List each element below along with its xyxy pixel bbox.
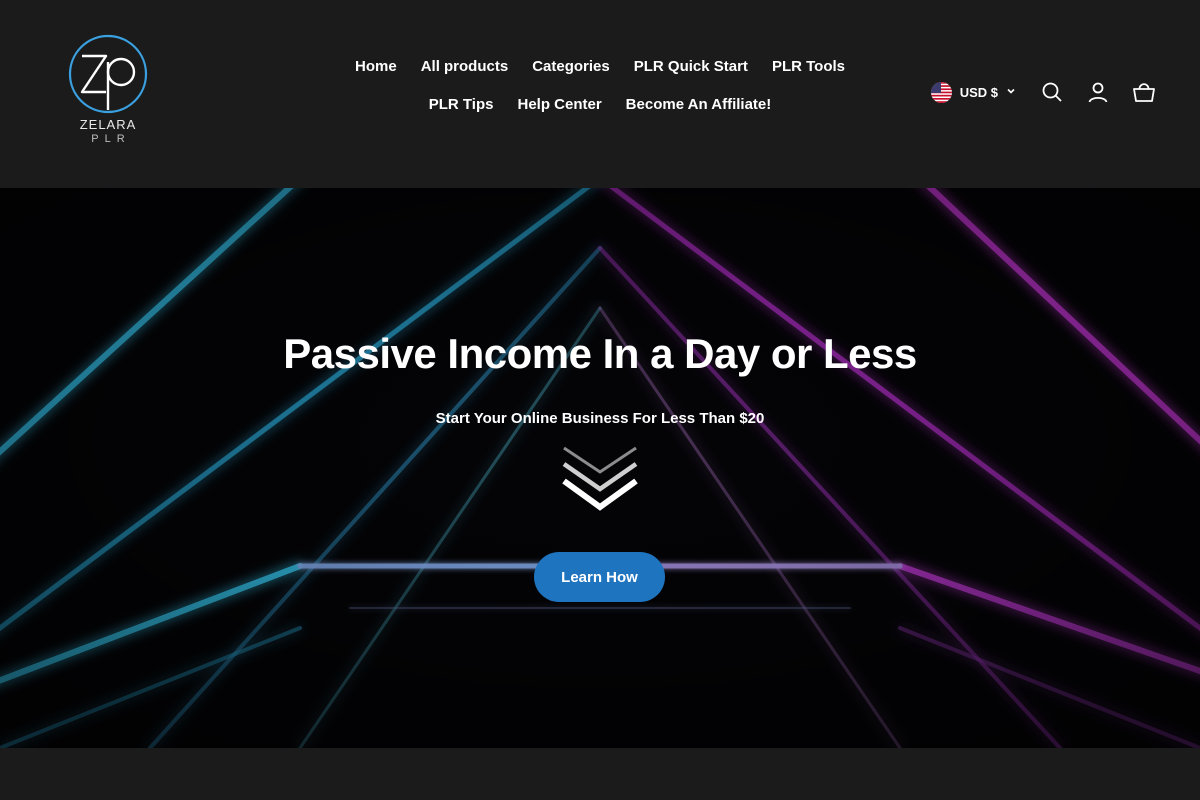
nav-item-plr-quick-start[interactable]: PLR Quick Start: [622, 56, 760, 78]
nav-item-plr-tools[interactable]: PLR Tools: [760, 56, 857, 78]
nav-item-become-affiliate[interactable]: Become An Affiliate!: [614, 94, 784, 116]
us-flag-icon: [930, 81, 952, 103]
brand-name: ZELARA: [79, 117, 137, 132]
nav-item-categories[interactable]: Categories: [520, 56, 622, 78]
main-nav: Home All products Categories PLR Quick S…: [320, 56, 880, 116]
nav-item-plr-tips[interactable]: PLR Tips: [417, 94, 506, 116]
learn-how-button[interactable]: Learn How: [534, 552, 665, 602]
nav-item-all-products[interactable]: All products: [409, 56, 521, 78]
hero-title: Passive Income In a Day or Less: [283, 330, 917, 377]
brand-logo[interactable]: ZELARA PLR: [60, 32, 156, 152]
account-icon[interactable]: [1086, 80, 1110, 104]
header-tools: USD $: [930, 80, 1156, 104]
brand-logo-mark: [68, 34, 148, 114]
cart-icon[interactable]: [1132, 80, 1156, 104]
page-section-below-hero: [0, 748, 1200, 800]
triple-chevron-down-icon: [560, 446, 640, 517]
nav-item-home[interactable]: Home: [343, 56, 409, 78]
site-header: ZELARA PLR Home All products Categories …: [0, 0, 1200, 188]
chevron-down-icon: [1006, 83, 1016, 101]
nav-item-help-center[interactable]: Help Center: [505, 94, 613, 116]
currency-label: USD $: [959, 84, 998, 100]
brand-subname: PLR: [91, 133, 131, 145]
hero-banner: Passive Income In a Day or Less Start Yo…: [0, 188, 1200, 748]
search-icon[interactable]: [1040, 80, 1064, 104]
currency-selector[interactable]: USD $: [930, 81, 1016, 103]
hero-subtitle: Start Your Online Business For Less Than…: [435, 410, 765, 427]
